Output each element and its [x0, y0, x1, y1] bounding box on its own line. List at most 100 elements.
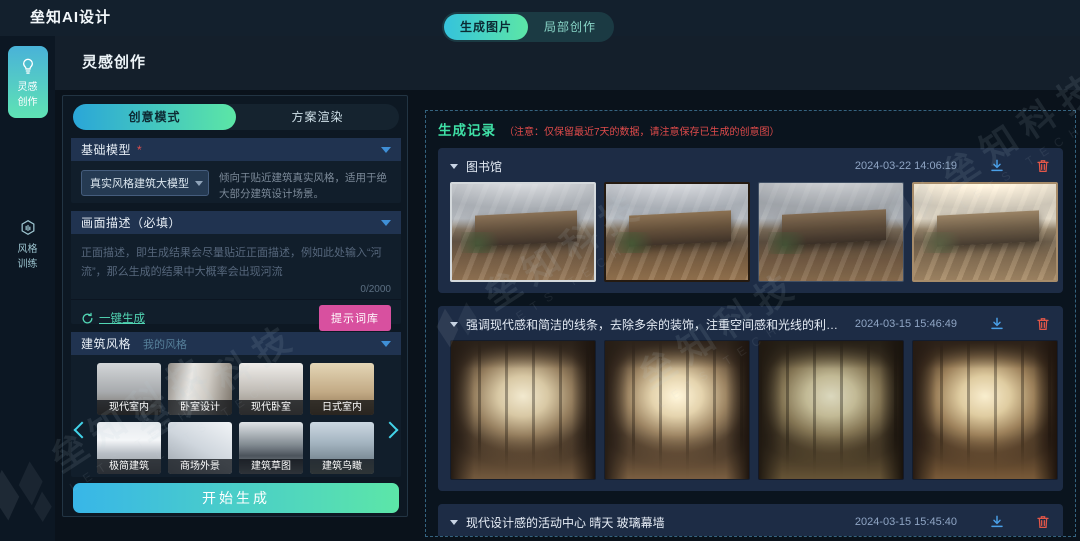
style-thumbnail-label: 建筑草图	[239, 459, 303, 474]
record-title: 现代设计感的活动中心 晴天 玻璃幕墙	[466, 514, 847, 531]
generated-image[interactable]	[912, 182, 1058, 282]
style-thumbnail-label: 商场外景	[168, 459, 232, 474]
record-timestamp: 2024-03-15 15:46:49	[855, 318, 957, 330]
prev-arrow-icon[interactable]	[74, 422, 91, 439]
left-nav-rail: 灵感 创作 风格 训练	[0, 36, 55, 541]
prompt-library-button[interactable]: 提示词库	[319, 305, 391, 331]
panel-tabbar: 创意模式 方案渲染	[73, 104, 399, 130]
base-model-selected-value: 真实风格建筑大模型	[90, 175, 189, 191]
style-thumbnail-grid: 现代室内 卧室设计 现代卧室 日式室内 极简建筑 商场外景 建筑草图 建筑鸟瞰	[97, 363, 375, 474]
style-thumbnail[interactable]: 建筑草图	[239, 422, 303, 474]
download-icon[interactable]	[989, 158, 1005, 174]
start-generate-button[interactable]: 开始生成	[73, 483, 399, 513]
mode-toggle: 生成图片 局部创作	[442, 12, 614, 42]
one-click-generate-label: 一键生成	[99, 310, 145, 326]
generated-image[interactable]	[604, 340, 750, 480]
tab-creative-mode[interactable]: 创意模式	[73, 104, 236, 130]
description-header[interactable]: 画面描述（必填）	[71, 211, 401, 234]
generated-image[interactable]	[450, 182, 596, 282]
records-list: 图书馆 2024-03-22 14:06:19 强调现代感和简洁的线条，去除多余…	[438, 148, 1063, 537]
style-thumbnail-label: 现代室内	[97, 400, 161, 415]
download-icon[interactable]	[989, 514, 1005, 530]
record-header[interactable]: 图书馆 2024-03-22 14:06:19	[450, 153, 1051, 179]
style-thumbnail[interactable]: 日式室内	[310, 363, 374, 415]
generation-records-panel: 生成记录 （注意：仅保留最近7天的数据，请注意保存已生成的创意图） 图书馆 20…	[425, 110, 1076, 537]
tab-generate-image[interactable]: 生成图片	[444, 14, 528, 40]
description-section: 画面描述（必填） 正面描述，即生成结果会尽量贴近正面描述，例如此处输入“河流”，…	[71, 211, 401, 324]
required-mark: *	[137, 143, 142, 157]
page-title: 灵感创作	[82, 36, 146, 90]
generated-image[interactable]	[604, 182, 750, 282]
main-header: 灵感创作	[55, 36, 1080, 90]
delete-icon[interactable]	[1035, 514, 1051, 530]
hexagon-style-icon	[18, 218, 38, 238]
lightbulb-icon	[18, 56, 38, 76]
building-style-label: 建筑风格	[81, 335, 131, 352]
base-model-select[interactable]: 真实风格建筑大模型	[81, 170, 209, 196]
generated-image[interactable]	[758, 340, 904, 480]
description-actions: 一键生成 提示词库	[71, 299, 401, 336]
style-thumbnail-label: 极简建筑	[97, 459, 161, 474]
record-header[interactable]: 强调现代感和简洁的线条，去除多余的装饰，注重空间感和光线的利用。 2024-03…	[450, 311, 1051, 337]
base-model-hint: 倾向于贴近建筑真实风格，适用于绝大部分建筑设计场景。	[219, 170, 391, 203]
tab-scheme-render[interactable]: 方案渲染	[236, 104, 399, 130]
generation-record: 图书馆 2024-03-22 14:06:19	[438, 148, 1063, 293]
collapse-caret-icon[interactable]	[450, 520, 458, 525]
sidebar-item-style-training[interactable]: 风格 训练	[8, 218, 48, 271]
style-thumbnail[interactable]: 极简建筑	[97, 422, 161, 474]
delete-icon[interactable]	[1035, 158, 1051, 174]
generated-image[interactable]	[912, 340, 1058, 480]
generated-image[interactable]	[450, 340, 596, 480]
char-counter: 0/2000	[71, 284, 401, 299]
style-thumbnail[interactable]: 商场外景	[168, 422, 232, 474]
style-thumbnail-label: 现代卧室	[239, 400, 303, 415]
record-title: 图书馆	[466, 158, 847, 175]
description-textarea[interactable]: 正面描述，即生成结果会尽量贴近正面描述，例如此处输入“河流”，那么生成的结果中大…	[71, 234, 401, 284]
record-timestamp: 2024-03-22 14:06:19	[855, 160, 957, 172]
building-style-section: 建筑风格 我的风格 现代室内 卧室设计 现代卧室 日式室内 极简建筑 商场外景 …	[71, 332, 401, 477]
collapse-caret-icon[interactable]	[450, 164, 458, 169]
building-style-header[interactable]: 建筑风格 我的风格	[71, 332, 401, 355]
download-icon[interactable]	[989, 316, 1005, 332]
style-thumbnail-label: 卧室设计	[168, 400, 232, 415]
chevron-down-icon[interactable]	[381, 220, 391, 226]
style-thumbnail[interactable]: 现代室内	[97, 363, 161, 415]
tab-partial-creation[interactable]: 局部创作	[528, 14, 612, 40]
record-timestamp: 2024-03-15 15:45:40	[855, 516, 957, 528]
app-window: 垒知AI设计 灵感 创作 风格 训练 灵感创作 生成图片 局部创作	[0, 0, 1080, 541]
one-click-generate-link[interactable]: 一键生成	[81, 310, 145, 326]
sidebar-item-inspiration[interactable]: 灵感 创作	[8, 46, 48, 118]
generation-record: 现代设计感的活动中心 晴天 玻璃幕墙 2024-03-15 15:45:40	[438, 504, 1063, 537]
app-title: 垒知AI设计	[30, 0, 111, 36]
style-thumbnail[interactable]: 建筑鸟瞰	[310, 422, 374, 474]
records-notice: （注意：仅保留最近7天的数据，请注意保存已生成的创意图）	[504, 123, 780, 138]
record-images	[450, 182, 1051, 282]
base-model-section: 基础模型 * 真实风格建筑大模型 倾向于贴近建筑真实风格，适用于绝大部分建筑设计…	[71, 138, 401, 203]
record-images	[450, 340, 1051, 480]
sidebar-item-label: 灵感	[18, 81, 38, 94]
style-thumbnail-label: 建筑鸟瞰	[310, 459, 374, 474]
record-header[interactable]: 现代设计感的活动中心 晴天 玻璃幕墙 2024-03-15 15:45:40	[450, 509, 1051, 535]
sidebar-item-label: 创作	[18, 96, 38, 109]
creation-form-panel: 创意模式 方案渲染 基础模型 * 真实风格建筑大模型 倾向于贴近建筑真实风格，适…	[62, 95, 408, 517]
style-thumbnail-label: 日式室内	[310, 400, 374, 415]
generation-record: 强调现代感和简洁的线条，去除多余的装饰，注重空间感和光线的利用。 2024-03…	[438, 306, 1063, 491]
sidebar-item-label: 训练	[18, 258, 38, 271]
my-styles-link[interactable]: 我的风格	[143, 336, 187, 352]
chevron-down-icon[interactable]	[381, 147, 391, 153]
collapse-caret-icon[interactable]	[450, 322, 458, 327]
delete-icon[interactable]	[1035, 316, 1051, 332]
next-arrow-icon[interactable]	[382, 422, 399, 439]
style-thumbnail[interactable]: 现代卧室	[239, 363, 303, 415]
sidebar-item-label: 风格	[18, 243, 38, 256]
generated-image[interactable]	[758, 182, 904, 282]
records-title: 生成记录	[438, 119, 496, 139]
select-chevron-icon	[195, 181, 203, 186]
base-model-header[interactable]: 基础模型 *	[71, 138, 401, 161]
description-label: 画面描述（必填）	[81, 214, 181, 231]
record-title: 强调现代感和简洁的线条，去除多余的装饰，注重空间感和光线的利用。	[466, 316, 847, 333]
style-thumbnail[interactable]: 卧室设计	[168, 363, 232, 415]
base-model-label: 基础模型	[81, 141, 131, 158]
chevron-down-icon[interactable]	[381, 341, 391, 347]
refresh-icon	[81, 312, 94, 325]
